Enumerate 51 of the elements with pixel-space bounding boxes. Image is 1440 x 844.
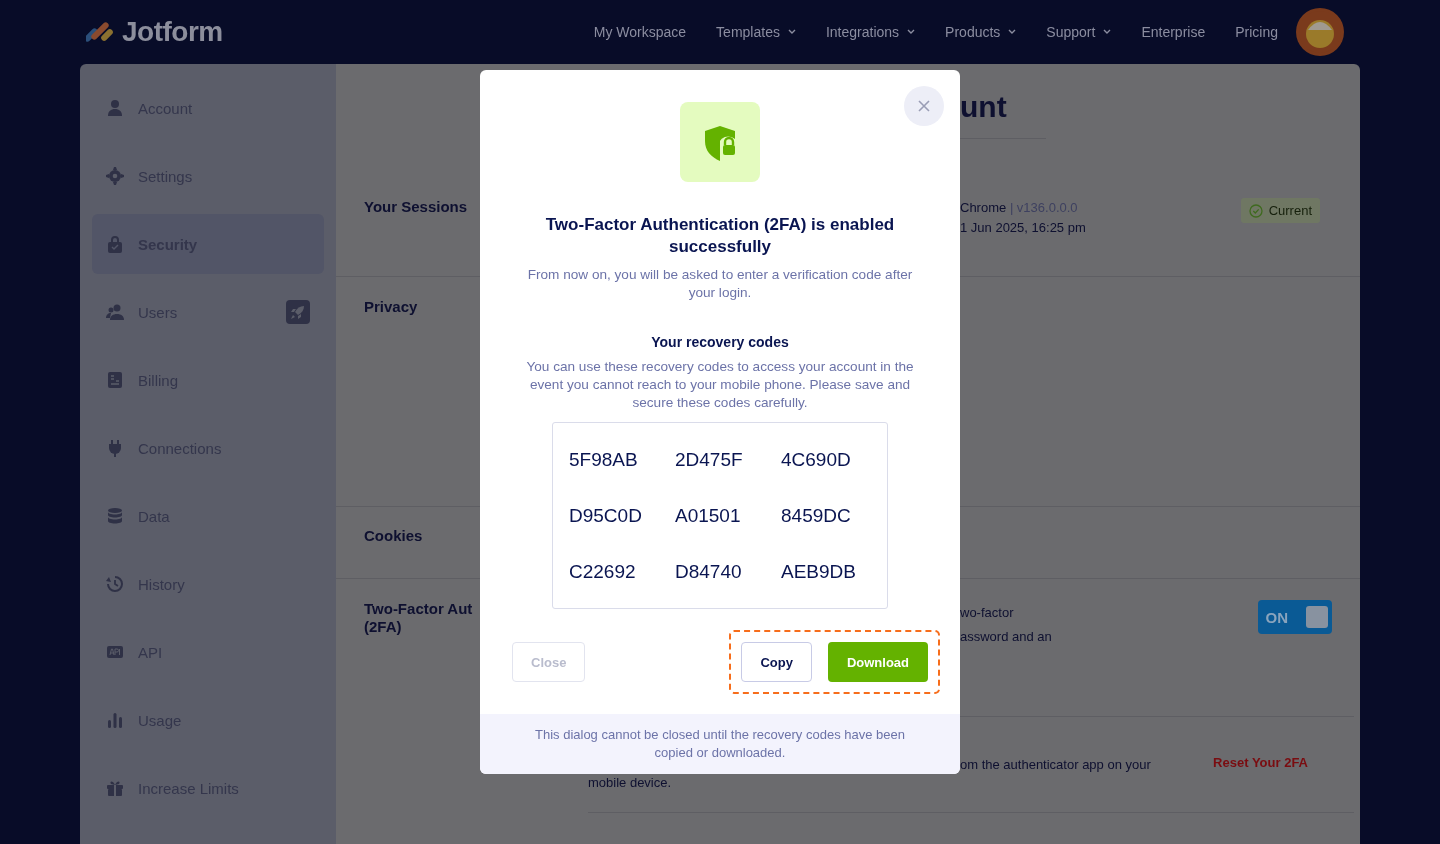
recovery-code: 4C690D <box>781 450 852 470</box>
description-text: wo-factor <box>960 604 1015 622</box>
gear-icon <box>106 167 124 185</box>
recovery-code: 5F98AB <box>569 450 639 470</box>
nav-link[interactable]: Pricing <box>1235 24 1278 40</box>
toggle-switch[interactable]: ON <box>1257 600 1332 634</box>
receipt-icon <box>106 371 124 389</box>
recovery-code: D95C0D <box>569 506 643 526</box>
bar-chart-icon <box>106 711 124 729</box>
section-label: Two-Factor Aut (2FA) <box>364 600 473 636</box>
session-date: 1 Jun 2025, 16:25 pm <box>960 220 1086 235</box>
people-icon <box>106 303 124 321</box>
download-button[interactable]: Download <box>827 642 928 682</box>
nav-link[interactable]: Integrations <box>825 24 916 40</box>
recovery-description: You can use these recovery codes to access your account in the event you cannot reach to your mobile phone. Please save and secure these codes carefully. <box>525 358 915 412</box>
nav-link[interactable]: My Workspace <box>593 24 687 40</box>
description-text: om the authenticator app on your <box>960 757 1151 772</box>
description-text: assword and an <box>960 628 1052 646</box>
dialog-title: Two-Factor Authentication (2FA) is enabled successfully <box>544 214 896 258</box>
section-label: Privacy <box>364 298 418 316</box>
nav-link[interactable]: Templates <box>716 24 796 40</box>
shield-lock-icon <box>680 102 760 182</box>
status-badge: Current <box>1240 198 1320 223</box>
footer-note: This dialog cannot be closed until the recovery codes have been copied or downloaded. <box>534 726 906 762</box>
dialog-message: From now on, you will be asked to enter a verification code after your login. <box>526 266 914 302</box>
api-icon <box>106 643 124 661</box>
database-icon <box>106 507 124 525</box>
clock-icon <box>106 575 124 593</box>
section-label: Cookies <box>364 527 423 545</box>
plug-icon <box>106 439 124 457</box>
recovery-code: D84740 <box>675 562 743 582</box>
reset-link[interactable]: Reset Your 2FA <box>1213 755 1308 812</box>
description-text: mobile device. <box>588 775 672 790</box>
avatar[interactable] <box>1296 8 1344 56</box>
nav-link[interactable]: Support <box>1046 24 1112 40</box>
recovery-heading: Your recovery codes <box>651 334 789 350</box>
recovery-code: 2D475F <box>675 450 744 470</box>
lock-icon <box>106 235 124 253</box>
copy-button[interactable]: Copy <box>741 642 812 682</box>
browser-name: Chrome <box>960 200 1007 215</box>
nav-link[interactable]: Enterprise <box>1141 24 1206 40</box>
gift-icon <box>106 779 124 797</box>
nav-link[interactable]: Products <box>945 24 1017 40</box>
recovery-code: A01501 <box>675 506 742 526</box>
section-label: Your Sessions <box>364 198 468 216</box>
recovery-code: AEB9DB <box>781 562 857 582</box>
recovery-code: 8459DC <box>781 506 852 526</box>
recovery-code: C22692 <box>569 562 637 582</box>
person-icon <box>106 99 124 117</box>
page-heading: unt <box>960 90 1008 124</box>
logo-wordmark[interactable]: Jotform <box>122 16 223 48</box>
